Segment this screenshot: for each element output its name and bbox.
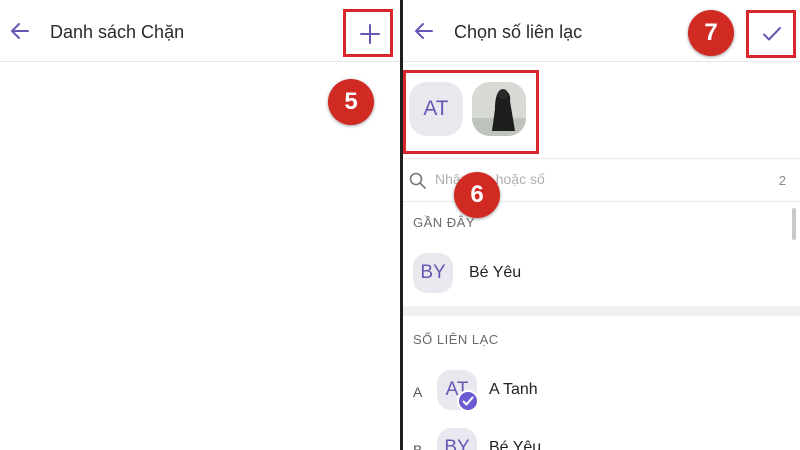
step-badge-7: 7 <box>688 10 734 56</box>
arrow-left-icon[interactable] <box>412 19 436 43</box>
step-badge-6: 6 <box>454 172 500 218</box>
app-bar: Danh sách Chặn <box>0 0 400 62</box>
selected-check-icon <box>457 390 479 412</box>
contact-name: A Tanh <box>489 381 538 398</box>
list-item[interactable]: B BY Bé Yêu <box>403 426 800 450</box>
index-letter: B <box>413 442 423 450</box>
page-title: Danh sách Chặn <box>50 22 185 42</box>
highlight-selected-contacts <box>403 70 539 154</box>
avatar: BY <box>413 253 453 293</box>
contact-name: Bé Yêu <box>489 439 542 450</box>
blocked-list-screen: Danh sách Chặn 5 <box>0 0 400 450</box>
contacts-section-label: SỐ LIÊN LẠC <box>413 332 499 347</box>
selected-count: 2 <box>778 173 786 188</box>
recent-section-label: GẦN ĐÂY <box>413 215 476 230</box>
avatar: BY <box>437 428 477 450</box>
search-icon <box>409 172 426 194</box>
highlight-add-button <box>343 9 393 57</box>
page-title: Chọn số liên lạc <box>454 22 583 42</box>
step-badge-5: 5 <box>328 79 374 125</box>
contact-name: Bé Yêu <box>469 264 522 281</box>
list-item[interactable]: A AT A Tanh <box>403 368 800 414</box>
select-contact-screen: Chọn số liên lạc 7 AT 2 6 GẦN ĐÂY BY Bé … <box>403 0 800 450</box>
highlight-confirm-button <box>746 10 796 58</box>
app-bar: Chọn số liên lạc <box>403 0 800 62</box>
scrollbar[interactable] <box>792 208 796 240</box>
arrow-left-icon[interactable] <box>8 19 32 43</box>
list-item[interactable]: BY Bé Yêu <box>403 246 800 302</box>
index-letter: A <box>413 384 423 400</box>
section-divider <box>403 306 800 316</box>
